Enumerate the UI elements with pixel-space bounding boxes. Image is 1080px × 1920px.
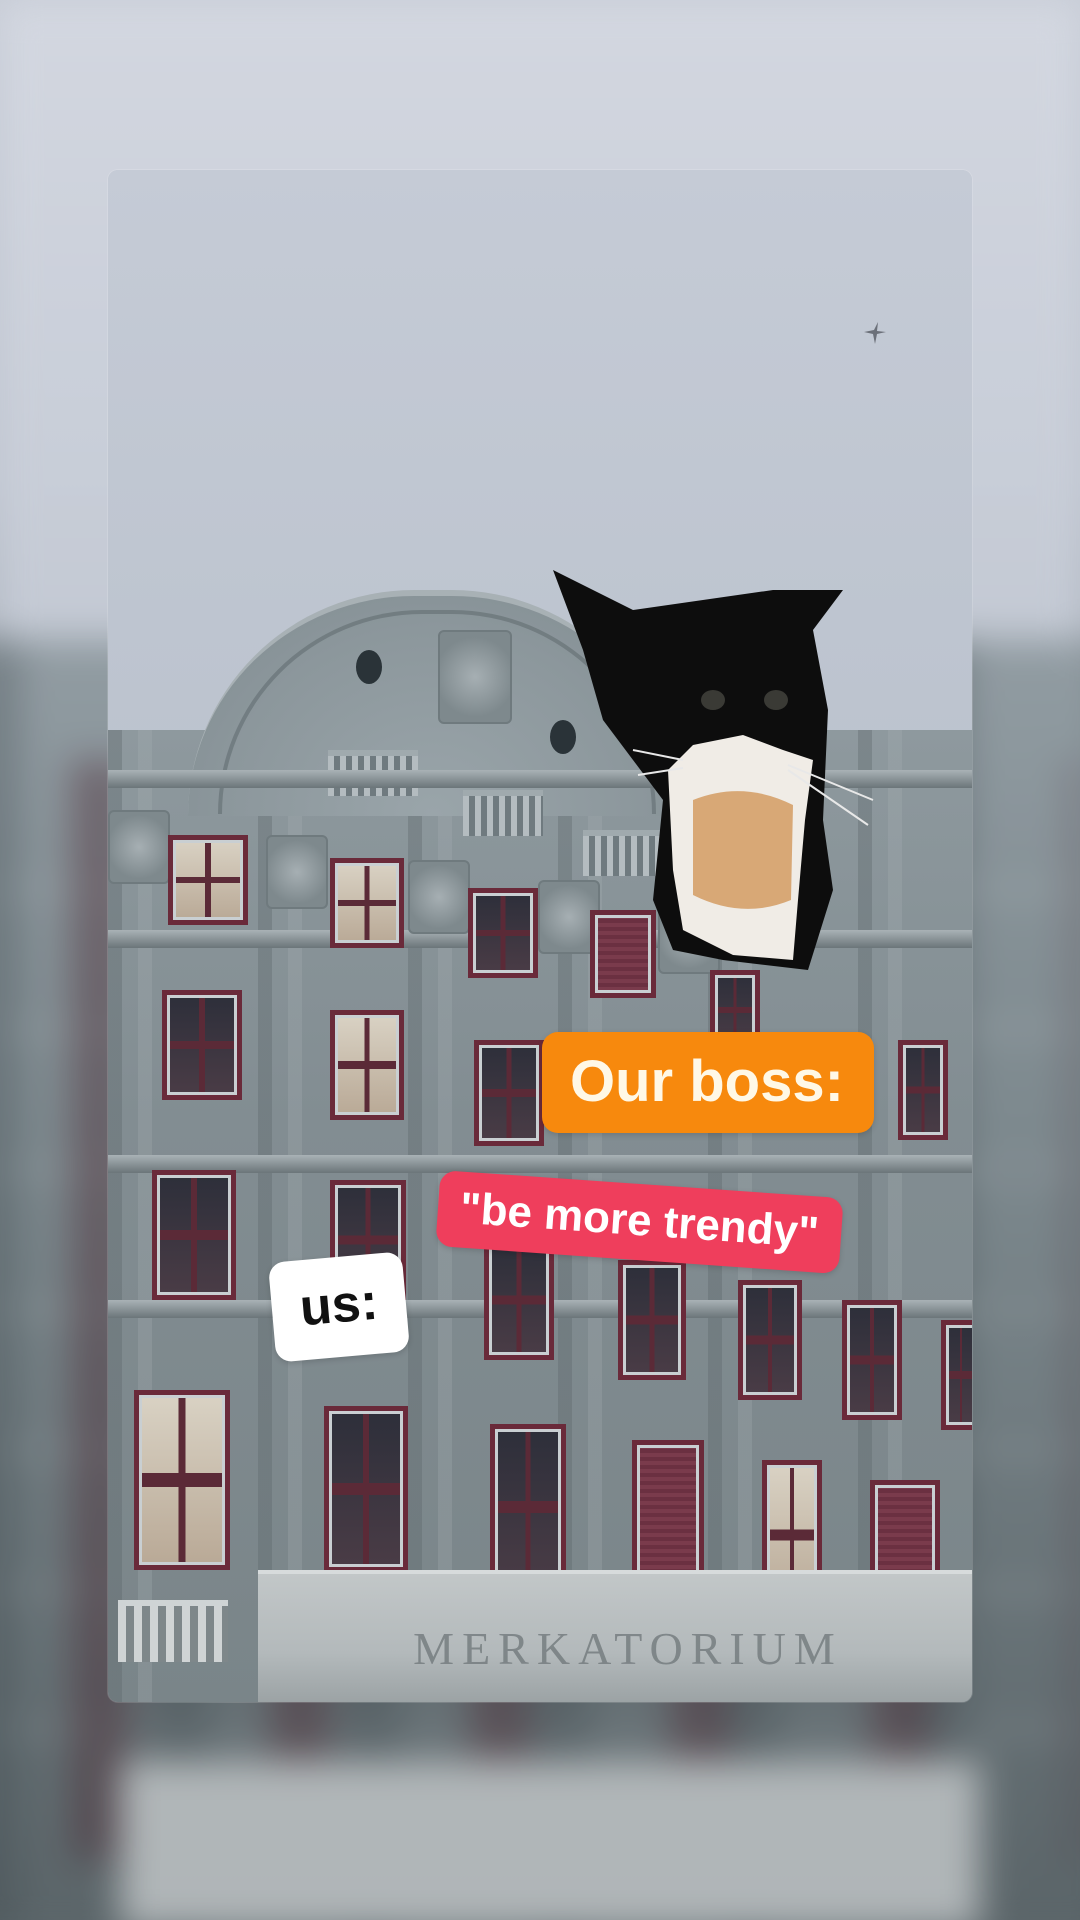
cat-icon xyxy=(553,570,874,970)
window xyxy=(618,1260,686,1380)
window xyxy=(738,1280,802,1400)
building-sign: MERKATORIUM xyxy=(413,1623,843,1674)
round-window xyxy=(356,650,382,684)
sculpture-relief xyxy=(438,630,512,724)
window xyxy=(468,888,538,978)
window xyxy=(152,1170,236,1300)
window xyxy=(330,1010,404,1120)
story-viewer: MERKATORIUM Our boss: "be more trendy" u… xyxy=(0,0,1080,1920)
media-card[interactable]: MERKATORIUM Our boss: "be more trendy" u… xyxy=(108,170,972,1702)
us-caption: us: xyxy=(267,1251,411,1363)
window xyxy=(168,835,248,925)
window xyxy=(134,1390,230,1570)
bird-icon xyxy=(864,322,886,344)
window xyxy=(941,1320,972,1430)
window xyxy=(162,990,242,1100)
window xyxy=(898,1040,948,1140)
window xyxy=(330,858,404,948)
window xyxy=(484,1240,554,1360)
window xyxy=(490,1424,566,1590)
window xyxy=(474,1040,544,1146)
boss-caption: Our boss: xyxy=(542,1032,874,1133)
window xyxy=(324,1406,408,1572)
window xyxy=(842,1300,902,1420)
